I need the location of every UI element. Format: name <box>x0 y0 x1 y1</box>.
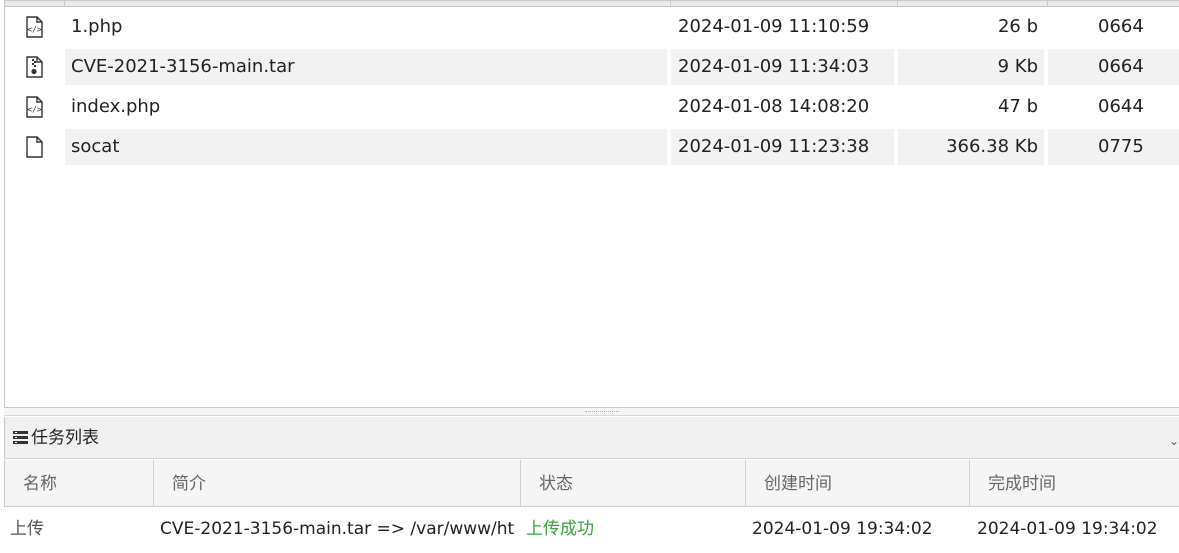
chevron-down-icon[interactable]: ⌄ <box>1169 434 1179 448</box>
archive-file-icon <box>5 49 63 85</box>
file-modified: 2024-01-09 11:23:38 <box>671 129 896 165</box>
task-list-icon <box>13 431 28 444</box>
file-modified: 2024-01-09 11:34:03 <box>671 49 896 85</box>
file-name[interactable]: socat <box>65 129 669 165</box>
column-header-created[interactable]: 创建时间 <box>746 460 970 507</box>
php-file-icon: </> <box>5 9 63 45</box>
file-row[interactable]: CVE-2021-3156-main.tar 2024-01-09 11:34:… <box>5 49 1179 85</box>
splitter-grip[interactable] <box>585 411 619 412</box>
header-col-time[interactable] <box>671 1 898 7</box>
task-finished: 2024-01-09 19:34:02 <box>977 519 1158 539</box>
file-row[interactable]: </> 1.php 2024-01-09 11:10:59 26 b 0664 <box>5 9 1179 45</box>
file-modified: 2024-01-09 11:10:59 <box>671 9 896 45</box>
file-size: 9 Kb <box>898 49 1046 85</box>
task-panel-header[interactable]: 任务列表 ⌄ <box>4 417 1179 459</box>
file-list-header <box>5 1 1179 7</box>
file-name[interactable]: index.php <box>65 89 669 125</box>
file-list: </> 1.php 2024-01-09 11:10:59 26 b 0664 … <box>4 0 1179 410</box>
column-header-status[interactable]: 状态 <box>521 460 746 507</box>
file-perms: 0664 <box>1098 16 1144 37</box>
panel-splitter[interactable] <box>4 407 1179 416</box>
task-panel-title: 任务列表 <box>31 428 99 448</box>
header-col-size[interactable] <box>898 1 1048 7</box>
file-perms: 0775 <box>1048 129 1179 165</box>
file-perms: 0644 <box>1098 96 1144 117</box>
column-header-desc[interactable]: 简介 <box>154 460 521 507</box>
blank-file-icon <box>5 129 63 165</box>
column-header-name[interactable]: 名称 <box>5 460 154 507</box>
task-desc: CVE-2021-3156-main.tar => /var/www/ht <box>160 519 515 539</box>
column-header-finished[interactable]: 完成时间 <box>970 460 1179 507</box>
header-col-perms[interactable] <box>1048 1 1179 7</box>
file-size: 366.38 Kb <box>898 129 1046 165</box>
file-modified: 2024-01-08 14:08:20 <box>671 89 896 125</box>
svg-text:</>: </> <box>27 25 42 34</box>
task-row[interactable]: 上传 CVE-2021-3156-main.tar => /var/www/ht… <box>0 508 1179 553</box>
task-created: 2024-01-09 19:34:02 <box>752 519 933 539</box>
file-size: 26 b <box>898 9 1046 45</box>
task-table-header: 名称 简介 状态 创建时间 完成时间 <box>4 460 1179 507</box>
svg-text:</>: </> <box>27 105 42 114</box>
file-row[interactable]: socat 2024-01-09 11:23:38 366.38 Kb 0775 <box>5 129 1179 165</box>
task-name: 上传 <box>10 519 44 539</box>
header-col-icon[interactable] <box>5 1 65 7</box>
file-name[interactable]: 1.php <box>65 9 669 45</box>
file-size: 47 b <box>898 89 1046 125</box>
task-status: 上传成功 <box>526 519 594 539</box>
file-row[interactable]: </> index.php 2024-01-08 14:08:20 47 b 0… <box>5 89 1179 125</box>
file-name[interactable]: CVE-2021-3156-main.tar <box>65 49 669 85</box>
header-col-name[interactable] <box>65 1 671 7</box>
file-perms: 0664 <box>1048 49 1179 85</box>
php-file-icon: </> <box>5 89 63 125</box>
